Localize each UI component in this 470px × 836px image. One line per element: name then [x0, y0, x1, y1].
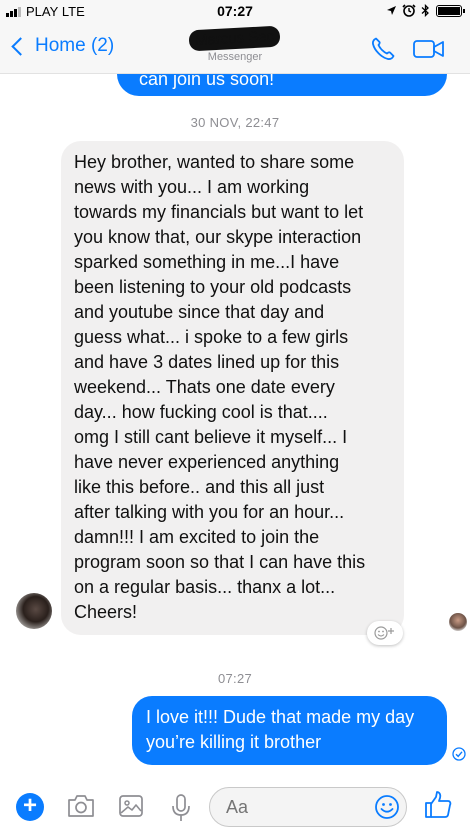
microphone-icon[interactable] — [171, 793, 191, 823]
message-timestamp: 07:27 — [217, 671, 253, 686]
add-reaction-button[interactable] — [367, 621, 403, 645]
outgoing-message-bubble[interactable]: I love it!!! Dude that made my day you’r… — [132, 696, 447, 765]
thumbs-up-icon[interactable] — [424, 790, 452, 820]
video-camera-icon[interactable] — [413, 39, 445, 59]
plus-icon[interactable]: + — [16, 793, 44, 821]
message-composer: + — [0, 768, 470, 836]
status-indicators — [386, 4, 465, 17]
battery-icon — [436, 4, 465, 17]
message-thread[interactable]: can join us soon! 30 NOV, 22:47 Hey brot… — [0, 74, 470, 768]
conversation-header: Home (2) Marcus Sec Messenger — [0, 22, 470, 74]
message-input-container[interactable] — [209, 787, 407, 827]
location-arrow-icon — [387, 6, 396, 15]
contact-subtitle: Messenger — [207, 51, 263, 63]
photo-gallery-icon[interactable] — [118, 793, 144, 819]
message-input[interactable] — [226, 797, 356, 818]
status-bar: PLAY LTE 07:27 — [0, 0, 470, 22]
contact-name-redacted: Marcus Sec — [188, 25, 282, 52]
back-button-label: Home (2) — [35, 35, 115, 56]
chevron-left-icon — [11, 36, 30, 56]
sender-avatar[interactable] — [16, 593, 52, 629]
delivered-check-icon — [452, 747, 466, 761]
emoji-icon[interactable] — [374, 794, 400, 820]
outgoing-message-bubble[interactable]: can join us soon! — [117, 74, 447, 96]
incoming-message-bubble[interactable]: Hey brother, wanted to share some news w… — [61, 141, 404, 635]
alarm-icon — [402, 4, 416, 17]
message-timestamp: 30 NOV, 22:47 — [190, 115, 280, 130]
read-receipt-avatar — [449, 613, 467, 631]
phone-icon[interactable] — [370, 36, 396, 62]
camera-icon[interactable] — [66, 793, 96, 819]
emoji-plus-icon — [374, 626, 394, 640]
bluetooth-icon — [421, 4, 429, 17]
contact-title[interactable]: Marcus Sec Messenger — [175, 25, 295, 63]
back-button[interactable]: Home (2) — [10, 35, 114, 57]
